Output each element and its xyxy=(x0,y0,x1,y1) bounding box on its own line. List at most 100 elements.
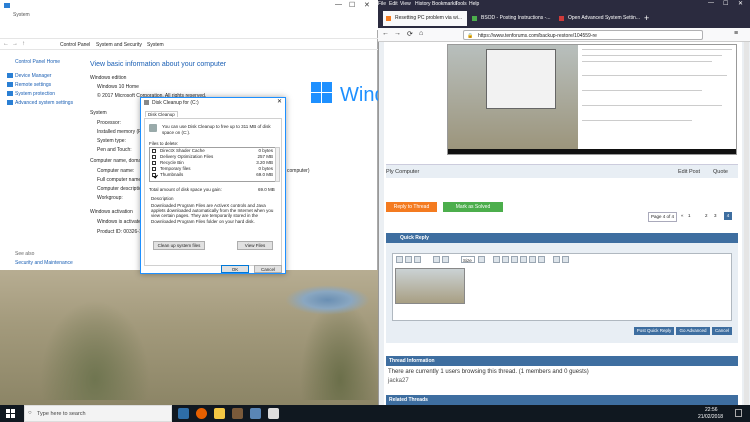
smiley-icon[interactable] xyxy=(493,256,500,263)
button-label: View Files xyxy=(244,243,266,248)
menu-item-bookmarks[interactable]: Bookmarks xyxy=(432,1,457,7)
minimize-button[interactable]: — xyxy=(708,0,714,6)
align-left-icon[interactable] xyxy=(433,256,440,263)
device-manager-link[interactable]: Device Manager xyxy=(15,73,51,79)
link-icon[interactable] xyxy=(502,256,509,263)
store-icon[interactable] xyxy=(232,408,243,419)
font-size-select[interactable]: Size xyxy=(461,256,475,263)
cancel-button[interactable]: Cancel xyxy=(254,265,282,273)
mark-as-solved-button[interactable]: Mark as Solved xyxy=(443,202,503,212)
quote-icon[interactable] xyxy=(529,256,536,263)
close-button[interactable]: ✕ xyxy=(738,0,743,7)
view-files-button[interactable]: View Files xyxy=(237,241,273,250)
close-button[interactable]: ✕ xyxy=(364,1,370,9)
breadcrumb-item[interactable]: Control Panel xyxy=(60,42,90,48)
file-checkbox[interactable] xyxy=(152,161,156,165)
align-center-icon[interactable] xyxy=(442,256,449,263)
reload-icon[interactable]: ⟳ xyxy=(407,30,413,38)
page-link[interactable]: 3 xyxy=(714,212,717,220)
page-link[interactable]: 2 xyxy=(705,212,708,220)
new-tab-button[interactable]: + xyxy=(644,13,649,23)
undo-icon[interactable] xyxy=(553,256,560,263)
post-screenshot[interactable] xyxy=(447,44,737,155)
file-checkbox[interactable] xyxy=(152,149,156,153)
description-text: Downloaded Program Files are ActiveX con… xyxy=(151,203,274,224)
tab-disk-cleanup[interactable]: Disk Cleanup xyxy=(145,111,178,117)
file-checkbox[interactable] xyxy=(152,167,156,171)
image-icon[interactable] xyxy=(511,256,518,263)
system-protection-link[interactable]: System protection xyxy=(15,91,55,97)
intro-text: You can use Disk Cleanup to free up to 3… xyxy=(162,124,271,135)
maximize-button[interactable]: ☐ xyxy=(349,1,355,9)
windows-start-icon[interactable] xyxy=(6,409,15,418)
browser-tab[interactable]: BSOD - Posting Instructions -... xyxy=(469,11,555,26)
menu-item-edit[interactable]: Edit xyxy=(389,1,398,7)
menu-item-history[interactable]: History xyxy=(415,1,431,7)
up-arrow-icon[interactable]: ↑ xyxy=(22,41,25,47)
control-panel-icon[interactable] xyxy=(268,408,279,419)
advanced-system-settings-link[interactable]: Advanced system settings xyxy=(15,100,73,106)
post-author[interactable]: Ply Computer xyxy=(386,169,419,175)
clock-date[interactable]: 21/02/2018 xyxy=(698,414,723,420)
security-maintenance-link[interactable]: Security and Maintenance xyxy=(15,260,73,266)
breadcrumb-item[interactable]: System and Security xyxy=(96,42,142,48)
mail-icon[interactable] xyxy=(250,408,261,419)
clock-time[interactable]: 22:56 xyxy=(705,407,718,413)
url-bar[interactable]: 🔒 https://www.tenforums.com/backup-resto… xyxy=(463,30,703,40)
page-prev[interactable]: « xyxy=(681,212,684,220)
file-checkbox[interactable] xyxy=(152,155,156,159)
minimize-button[interactable]: — xyxy=(335,1,342,8)
reply-editor[interactable]: Size xyxy=(392,253,732,321)
file-explorer-icon[interactable] xyxy=(214,408,225,419)
page-scrollbar[interactable] xyxy=(744,42,749,405)
list-item[interactable]: Thumbnails 69.0 MB xyxy=(150,172,275,178)
menu-icon[interactable]: ≡ xyxy=(734,30,738,37)
code-icon[interactable] xyxy=(538,256,545,263)
page-link-current[interactable]: 4 xyxy=(724,212,732,220)
cancel-reply-button[interactable]: Cancel xyxy=(712,327,732,335)
clean-up-system-files-button[interactable]: Clean up system files xyxy=(153,241,205,250)
underline-icon[interactable] xyxy=(414,256,421,263)
bold-icon[interactable] xyxy=(396,256,403,263)
menu-item-help[interactable]: Help xyxy=(469,1,479,7)
menu-item-file[interactable]: File xyxy=(378,1,386,7)
video-icon[interactable] xyxy=(520,256,527,263)
quick-reply-header[interactable]: Quick Reply xyxy=(386,233,738,243)
back-arrow-icon[interactable]: ← xyxy=(3,41,9,47)
attached-thumbnail[interactable] xyxy=(395,268,465,304)
list-scrollbar[interactable] xyxy=(275,147,280,182)
firefox-icon[interactable] xyxy=(196,408,207,419)
maximize-button[interactable]: ☐ xyxy=(723,0,728,7)
quote-link[interactable]: Quote xyxy=(713,169,728,175)
post-quick-reply-button[interactable]: Post Quick Reply xyxy=(634,327,674,335)
back-arrow-icon[interactable]: ← xyxy=(382,30,389,37)
italic-icon[interactable] xyxy=(405,256,412,263)
dialog-close-button[interactable]: ✕ xyxy=(277,98,282,105)
edge-icon[interactable] xyxy=(178,408,189,419)
remote-settings-link[interactable]: Remote settings xyxy=(15,82,51,88)
reply-to-thread-button[interactable]: Reply to Thread xyxy=(386,202,437,212)
page-link[interactable]: 1 xyxy=(688,212,691,220)
edit-post-link[interactable]: Edit Post xyxy=(678,169,700,175)
menu-item-view[interactable]: View xyxy=(400,1,411,7)
computer-name-suffix: computer) xyxy=(287,168,310,174)
menu-item-tools[interactable]: Tools xyxy=(455,1,467,7)
files-list[interactable]: DirectX Shader Cache 0 bytes Delivery Opt… xyxy=(149,147,276,182)
shield-icon xyxy=(7,82,13,87)
notification-icon[interactable] xyxy=(735,409,742,417)
member-link[interactable]: jacka27 xyxy=(388,378,409,384)
ok-button[interactable]: OK xyxy=(221,265,249,273)
text-color-icon[interactable] xyxy=(478,256,485,263)
breadcrumb-item[interactable]: System xyxy=(147,42,164,48)
address-bar[interactable]: ← → ↑ Control Panel System and Security … xyxy=(0,38,378,50)
control-panel-home-link[interactable]: Control Panel Home xyxy=(15,59,60,65)
browser-tab[interactable]: Open Advanced System Settin... xyxy=(556,11,640,26)
home-icon[interactable]: ⌂ xyxy=(419,30,423,37)
forward-arrow-icon[interactable]: → xyxy=(394,30,401,37)
redo-icon[interactable] xyxy=(562,256,569,263)
taskbar-search-box[interactable]: ○ Type here to search xyxy=(24,405,172,422)
go-advanced-button[interactable]: Go Advanced xyxy=(676,327,710,335)
forward-arrow-icon[interactable]: → xyxy=(12,41,18,47)
browser-tab[interactable]: Resetting PC problem via wi... xyxy=(383,11,467,26)
file-checkbox[interactable] xyxy=(152,173,156,177)
